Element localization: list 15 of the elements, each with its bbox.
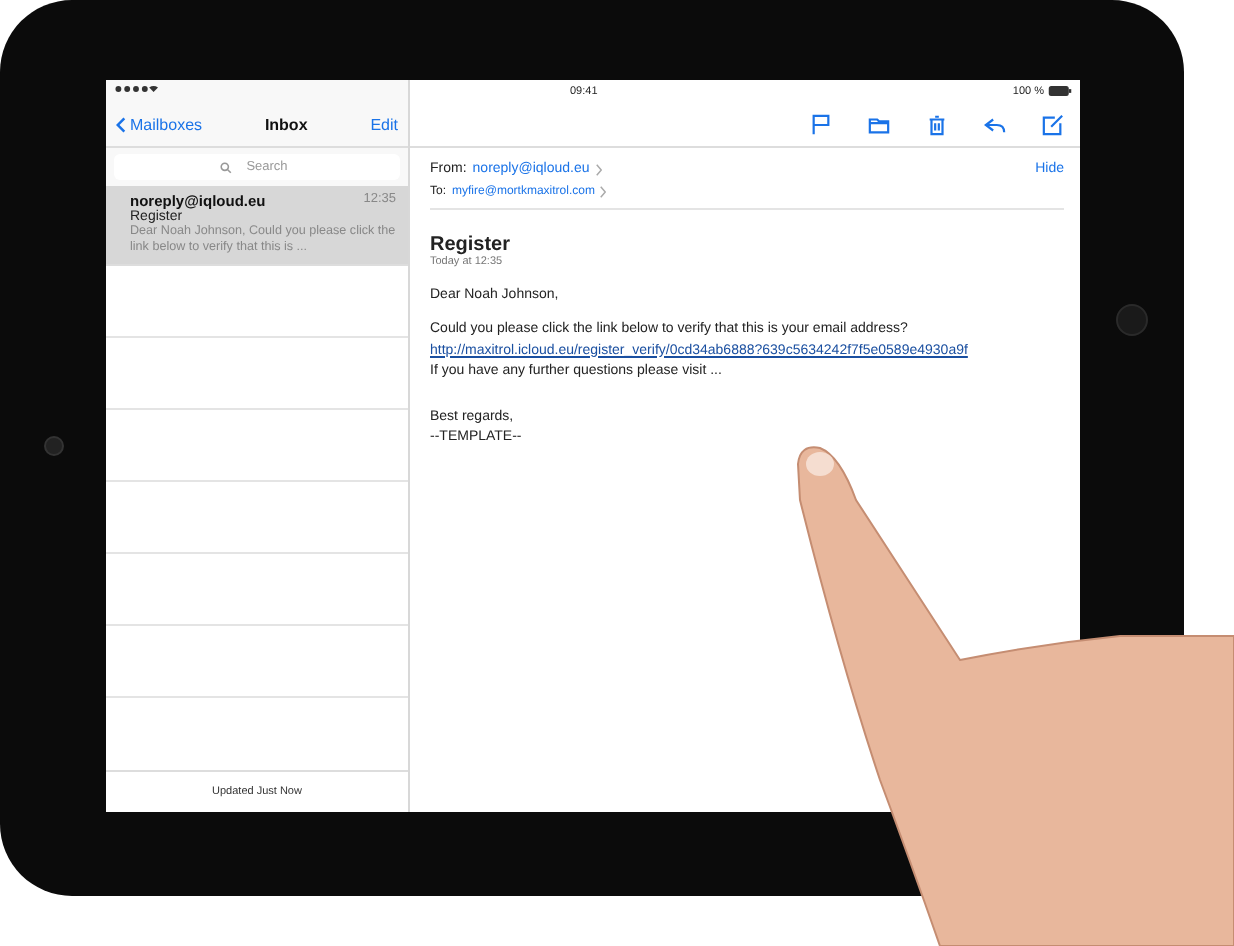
email-subject: Register: [430, 234, 513, 256]
signal-icon: [114, 84, 158, 94]
reply-icon[interactable]: [984, 113, 1006, 135]
edit-button[interactable]: Edit: [370, 115, 398, 133]
chevron-left-icon: [116, 115, 126, 133]
camera-icon: [43, 436, 63, 456]
mailboxes-back-button[interactable]: Mailboxes: [116, 115, 203, 133]
inbox-title: Inbox: [264, 115, 308, 133]
back-label: Mailboxes: [130, 115, 203, 133]
trash-icon[interactable]: [926, 113, 948, 135]
flag-icon[interactable]: [810, 113, 832, 135]
compose-icon[interactable]: [1042, 113, 1064, 135]
search-icon: [219, 162, 231, 174]
battery-icon: [1048, 86, 1072, 96]
folder-icon[interactable]: [868, 113, 890, 135]
